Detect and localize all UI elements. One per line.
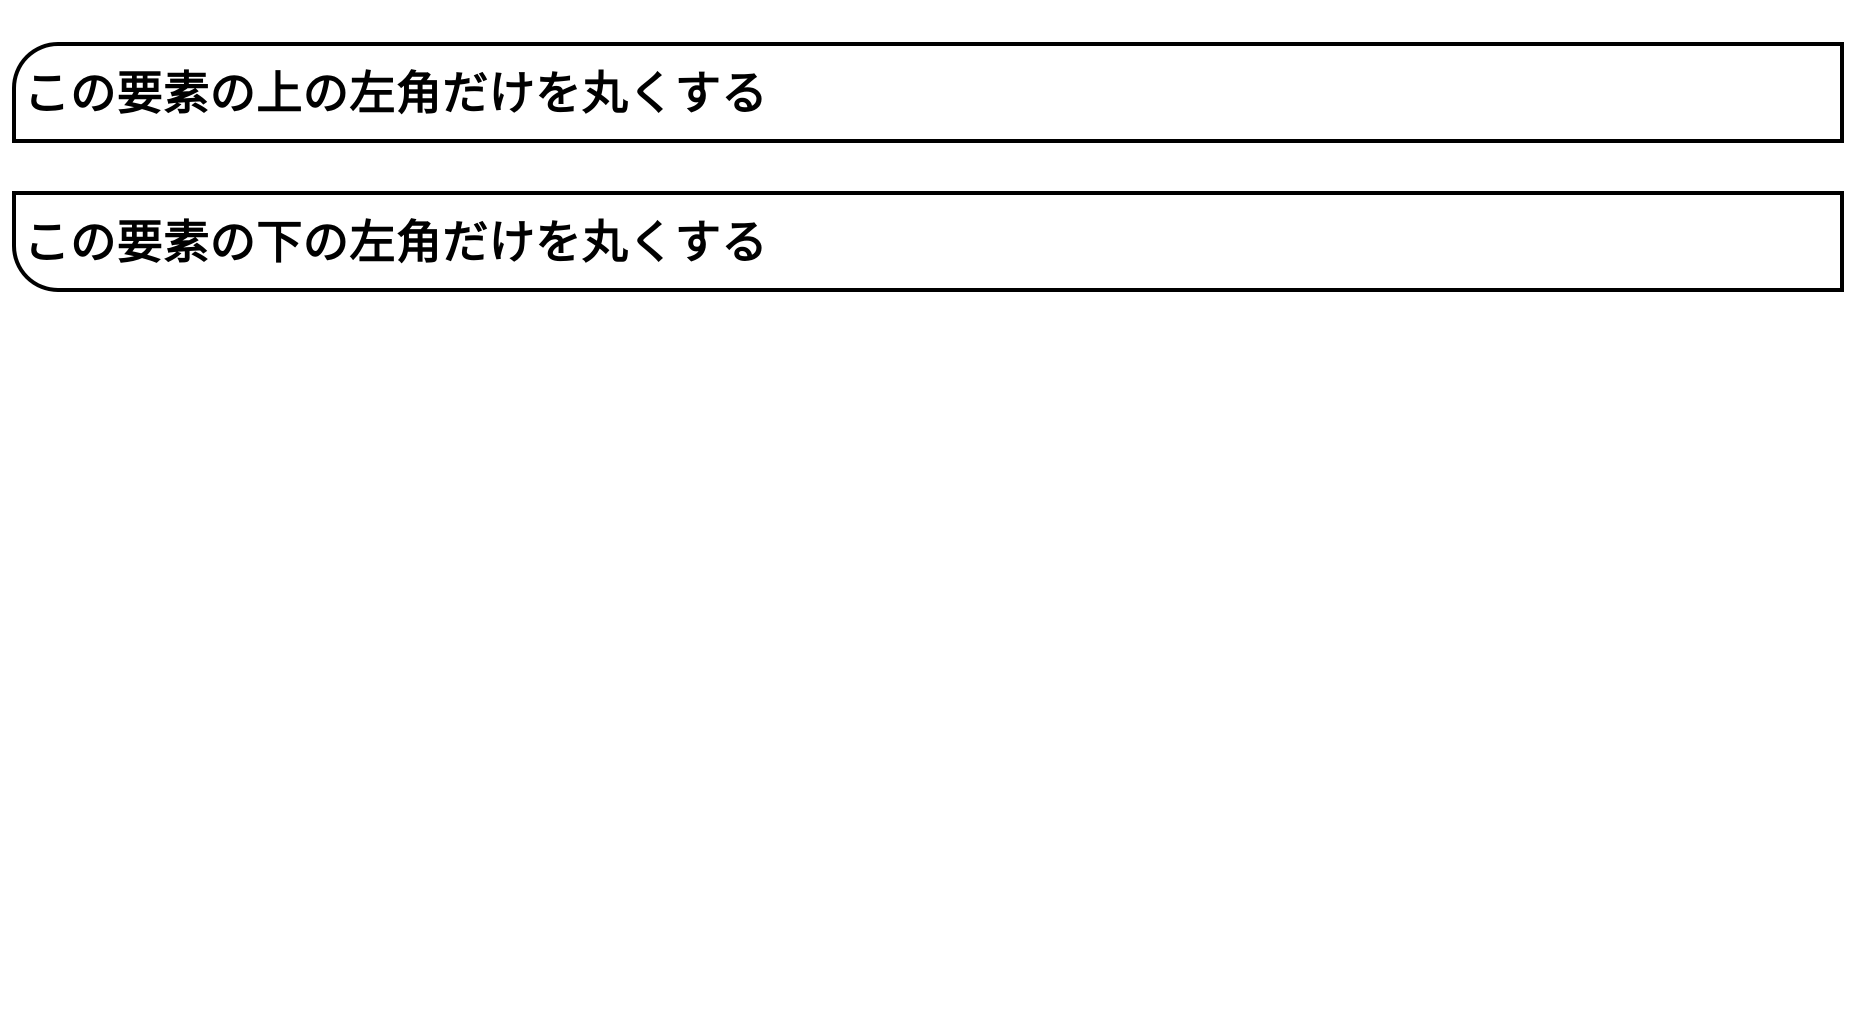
demo-text-bottom-left: この要素の下の左角だけを丸くする [24,216,768,268]
border-radius-demo-top-left: この要素の上の左角だけを丸くする [12,42,1844,143]
demo-text-top-left: この要素の上の左角だけを丸くする [24,67,768,119]
border-radius-demo-bottom-left: この要素の下の左角だけを丸くする [12,191,1844,292]
